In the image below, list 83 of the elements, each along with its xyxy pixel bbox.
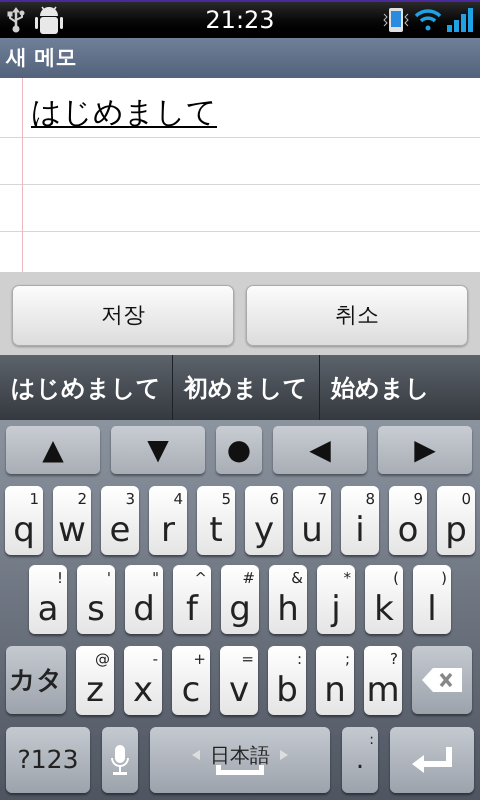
key-hint: "	[152, 571, 159, 586]
android-icon	[34, 4, 64, 36]
key-hint: #	[242, 571, 255, 586]
letter-key[interactable]: z @	[76, 646, 114, 715]
letter-key[interactable]: v =	[220, 646, 258, 715]
letter-key[interactable]: l )	[413, 565, 451, 634]
cursor-key[interactable]: ◀	[273, 426, 367, 474]
letter-key[interactable]: g #	[221, 565, 259, 634]
key-hint: =	[241, 652, 254, 667]
letter-key[interactable]: t 5	[197, 486, 235, 555]
microphone-key[interactable]	[102, 727, 138, 793]
cursor-key[interactable]: ●	[216, 426, 262, 474]
symbols-key[interactable]: ?123	[6, 727, 90, 793]
key-hint: :	[296, 652, 302, 667]
action-button[interactable]: 저장	[12, 285, 234, 346]
key-hint: '	[106, 571, 111, 586]
key-hint: *	[344, 571, 351, 586]
backspace-icon	[421, 667, 463, 693]
letter-key[interactable]: p 0	[437, 486, 475, 555]
usb-icon	[6, 7, 26, 33]
letter-key[interactable]: b :	[268, 646, 306, 715]
memo-text: はじめまして	[31, 94, 217, 132]
key-hint: +	[193, 652, 206, 667]
key-hint: -	[152, 652, 158, 667]
space-key[interactable]: 日本語	[150, 727, 330, 793]
letter-key[interactable]: u 7	[293, 486, 331, 555]
key-hint: &	[291, 571, 303, 586]
letter-key[interactable]: n ;	[316, 646, 354, 715]
key-hint: 0	[461, 492, 471, 507]
enter-key[interactable]	[390, 727, 474, 793]
key-hint: 8	[365, 492, 375, 507]
enter-icon	[412, 747, 452, 773]
letter-key[interactable]: w 2	[53, 486, 91, 555]
memo-field[interactable]: はじめまして	[0, 78, 480, 272]
right-arrow-icon	[280, 750, 288, 760]
key-hint: 1	[29, 492, 39, 507]
letter-key[interactable]: j *	[317, 565, 355, 634]
language-label: 日本語	[210, 745, 270, 765]
clock-time: 21:23	[205, 5, 275, 36]
cursor-key[interactable]: ▲	[6, 426, 100, 474]
microphone-icon	[111, 744, 129, 776]
left-arrow-icon	[192, 750, 200, 760]
letter-key[interactable]: f ^	[173, 565, 211, 634]
cursor-key[interactable]: ▼	[111, 426, 205, 474]
letter-key[interactable]: m ?	[364, 646, 402, 715]
space-icon	[216, 765, 264, 775]
letter-key[interactable]: i 8	[341, 486, 379, 555]
screen-title: 새 메모	[6, 44, 76, 72]
key-hint: )	[441, 571, 447, 586]
letter-key[interactable]: h &	[269, 565, 307, 634]
period-key[interactable]: . :	[342, 727, 378, 793]
letter-key[interactable]: c +	[172, 646, 210, 715]
letter-key[interactable]: s '	[77, 565, 115, 634]
cursor-key[interactable]: ▶	[378, 426, 472, 474]
key-hint: ;	[344, 652, 350, 667]
letter-key[interactable]: q 1	[5, 486, 43, 555]
action-button[interactable]: 취소	[246, 285, 468, 346]
key-hint: 3	[125, 492, 135, 507]
letter-key[interactable]: d "	[125, 565, 163, 634]
key-hint: 7	[317, 492, 327, 507]
key-hint: ^	[194, 571, 207, 586]
letter-key[interactable]: o 9	[389, 486, 427, 555]
key-hint: 4	[173, 492, 183, 507]
key-hint: 6	[269, 492, 279, 507]
letter-key[interactable]: x -	[124, 646, 162, 715]
key-hint: 2	[77, 492, 87, 507]
key-hint: (	[393, 571, 399, 586]
key-hint: !	[56, 571, 63, 586]
letter-key[interactable]: a !	[29, 565, 67, 634]
letter-key[interactable]: r 4	[149, 486, 187, 555]
katakana-key[interactable]: カタ	[6, 646, 66, 714]
letter-key[interactable]: k (	[365, 565, 403, 634]
backspace-key[interactable]	[412, 646, 472, 714]
candidate-word[interactable]: はじめまして	[0, 355, 172, 420]
key-hint: ?	[390, 652, 398, 667]
key-hint: 9	[413, 492, 423, 507]
letter-key[interactable]: y 6	[245, 486, 283, 555]
key-hint: 5	[221, 492, 231, 507]
key-hint: :	[369, 733, 374, 747]
vibrate-icon	[382, 6, 410, 34]
signal-icon	[446, 7, 474, 33]
letter-key[interactable]: e 3	[101, 486, 139, 555]
key-hint: @	[95, 652, 110, 667]
